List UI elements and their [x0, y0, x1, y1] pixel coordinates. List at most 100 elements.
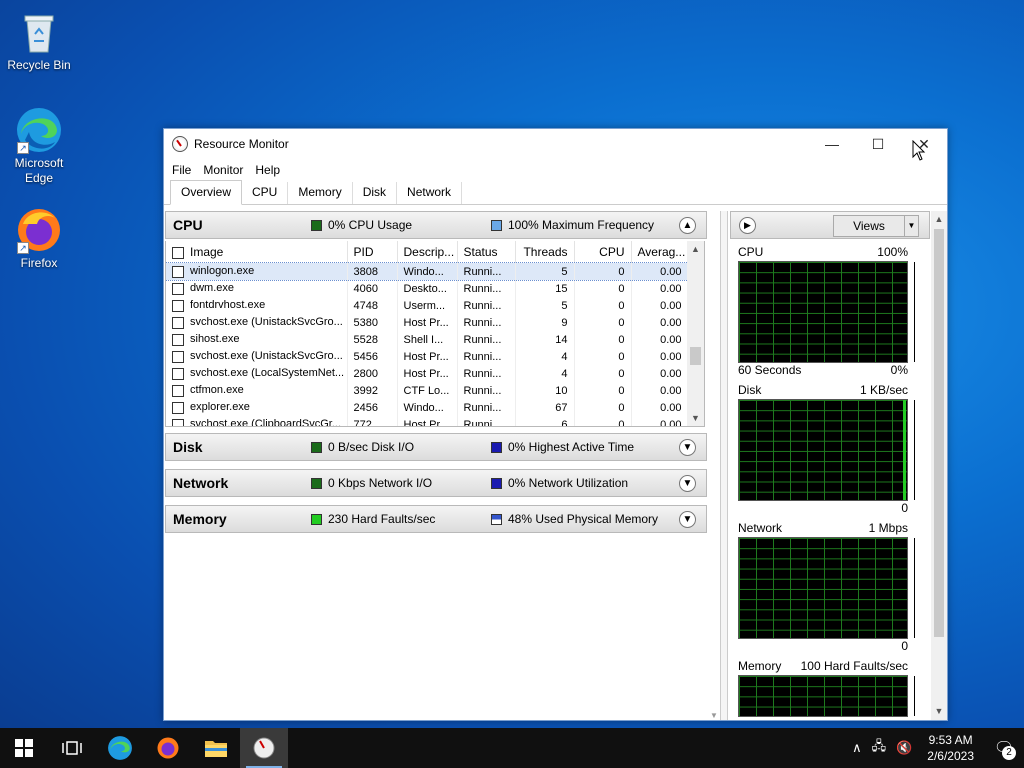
start-button[interactable] [0, 728, 48, 768]
table-row[interactable]: dwm.exe 4060 Deskto... Runni... 15 0 0.00 [166, 280, 689, 297]
chevron-up-icon[interactable]: ▲ [679, 217, 696, 234]
process-average-cpu: 0.00 [631, 331, 689, 348]
firefox-icon: ↗ [15, 206, 63, 254]
volume-muted-icon[interactable]: 🔇 [896, 740, 912, 756]
cpu-table-scrollbar[interactable]: ▲ ▼ [687, 241, 704, 426]
disk-active-indicator: 0% Highest Active Time [491, 440, 634, 454]
tab-disk[interactable]: Disk [353, 182, 398, 204]
menu-file[interactable]: File [166, 163, 197, 177]
table-row[interactable]: ctfmon.exe 3992 CTF Lo... Runni... 10 0 0.00 [166, 382, 689, 399]
scroll-up-icon[interactable]: ▲ [687, 241, 704, 258]
process-checkbox[interactable] [172, 282, 184, 295]
clock[interactable]: 9:53 AM 2/6/2023 [917, 732, 984, 764]
process-checkbox[interactable] [172, 350, 184, 363]
column-header-status[interactable]: Status [457, 241, 516, 263]
tab-memory[interactable]: Memory [288, 182, 353, 204]
process-checkbox[interactable] [172, 401, 184, 414]
process-cpu: 0 [574, 382, 632, 399]
scroll-thumb[interactable] [690, 347, 701, 365]
task-view-button[interactable] [48, 728, 96, 768]
taskbar-file-explorer[interactable] [192, 728, 240, 768]
memory-section-header[interactable]: Memory 230 Hard Faults/sec 48% Used Phys… [165, 505, 707, 533]
select-all-checkbox[interactable] [172, 246, 184, 259]
tab-network[interactable]: Network [397, 182, 463, 204]
tab-overview[interactable]: Overview [170, 180, 243, 205]
column-header-image[interactable]: Image [166, 241, 348, 263]
system-tray: ∧ 🖧 🔇 9:53 AM 2/6/2023 🗨 2 [847, 728, 1024, 768]
table-row[interactable]: explorer.exe 2456 Windo... Runni... 67 0 0.00 [166, 399, 689, 416]
network-graph-max: 1 Mbps [868, 521, 908, 535]
chevron-down-icon[interactable]: ▼ [679, 439, 696, 456]
column-header-description[interactable]: Descrip... [397, 241, 458, 263]
show-hidden-icons-icon[interactable]: ∧ [852, 740, 862, 756]
process-checkbox[interactable] [172, 265, 184, 278]
taskbar-edge[interactable] [96, 728, 144, 768]
table-row[interactable]: winlogon.exe 3808 Windo... Runni... 5 0 0.00 [166, 262, 689, 281]
process-average-cpu: 0.00 [631, 297, 689, 314]
scroll-up-icon[interactable]: ▲ [931, 211, 947, 228]
network-graph [738, 537, 915, 639]
network-section-header[interactable]: Network 0 Kbps Network I/O 0% Network Ut… [165, 469, 707, 497]
scroll-down-icon[interactable]: ▼ [931, 703, 947, 720]
table-row[interactable]: fontdrvhost.exe 4748 Userm... Runni... 5 0 0.0… [166, 297, 689, 314]
network-graph-label: Network [738, 521, 783, 535]
left-pane-scrollbar[interactable]: ▼ [709, 211, 719, 720]
process-checkbox[interactable] [172, 316, 184, 329]
views-dropdown-button[interactable]: Views ▼ [833, 215, 919, 237]
process-image: svchost.exe (ClipboardSvcGr... [190, 418, 342, 427]
menu-monitor[interactable]: Monitor [197, 163, 249, 177]
action-center-button[interactable]: 🗨 2 [984, 728, 1024, 768]
chevron-down-icon[interactable]: ▼ [679, 511, 696, 528]
column-header-threads[interactable]: Threads [515, 241, 575, 263]
chevron-down-icon[interactable]: ▼ [679, 475, 696, 492]
process-checkbox[interactable] [172, 367, 184, 380]
process-cpu: 0 [574, 365, 632, 382]
tab-bar: Overview CPU Memory Disk Network [164, 180, 947, 205]
tab-cpu[interactable]: CPU [242, 182, 289, 204]
column-header-cpu[interactable]: CPU [574, 241, 632, 263]
cpu-process-table: Image PID Descrip... Status Threads CPU … [165, 241, 705, 427]
network-utilization-indicator: 0% Network Utilization [491, 476, 628, 490]
network-icon[interactable]: 🖧 [872, 737, 887, 759]
process-pid: 2456 [347, 399, 398, 416]
desktop-icon-firefox[interactable]: ↗ Firefox [1, 206, 77, 271]
maximize-button[interactable]: ☐ [855, 129, 901, 159]
table-row[interactable]: svchost.exe (ClipboardSvcGr... 772 Host Pr… [166, 416, 689, 427]
cpu-graph [738, 261, 915, 363]
process-checkbox[interactable] [172, 384, 184, 397]
table-row[interactable]: sihost.exe 5528 Shell I... Runni... 14 0 0.00 [166, 331, 689, 348]
process-checkbox[interactable] [172, 299, 184, 312]
menu-help[interactable]: Help [249, 163, 286, 177]
clock-date: 2/6/2023 [927, 749, 974, 763]
process-pid: 5380 [347, 314, 398, 331]
disk-graph-max: 1 KB/sec [859, 383, 908, 397]
chevron-right-icon[interactable]: ▶ [739, 216, 756, 234]
process-description: Host Pr... [397, 314, 458, 331]
cpu-section-header[interactable]: CPU 0% CPU Usage 100% Maximum Frequency … [165, 211, 707, 239]
mouse-cursor-icon [912, 140, 926, 161]
process-description: Shell I... [397, 331, 458, 348]
taskbar-firefox[interactable] [144, 728, 192, 768]
desktop-icon-edge[interactable]: ↗ Microsoft Edge [1, 106, 77, 186]
disk-section-header[interactable]: Disk 0 B/sec Disk I/O 0% Highest Active … [165, 433, 707, 461]
table-row[interactable]: svchost.exe (LocalSystemNet... 2800 Host P… [166, 365, 689, 382]
column-header-average[interactable]: Averag... [631, 241, 689, 263]
graphs-pane-scrollbar[interactable]: ▲ ▼ [931, 211, 947, 720]
column-header-pid[interactable]: PID [347, 241, 398, 263]
taskbar-resource-monitor[interactable] [240, 728, 288, 768]
scroll-down-icon[interactable]: ▼ [687, 410, 704, 426]
title-bar[interactable]: Resource Monitor — ☐ ✕ [164, 129, 947, 159]
scroll-down-icon[interactable]: ▼ [709, 711, 719, 720]
edge-icon [108, 736, 132, 760]
process-threads: 5 [515, 263, 575, 280]
cpu-usage-indicator: 0% CPU Usage [311, 218, 491, 232]
desktop-icon-recycle-bin[interactable]: Recycle Bin [1, 8, 77, 73]
table-row[interactable]: svchost.exe (UnistackSvcGro... 5380 Host P… [166, 314, 689, 331]
process-checkbox[interactable] [172, 333, 184, 346]
process-checkbox[interactable] [172, 418, 184, 426]
table-row[interactable]: svchost.exe (UnistackSvcGro... 5456 Host P… [166, 348, 689, 365]
process-pid: 5528 [347, 331, 398, 348]
scroll-thumb[interactable] [934, 229, 944, 637]
minimize-button[interactable]: — [809, 129, 855, 159]
pane-splitter[interactable] [720, 211, 728, 720]
